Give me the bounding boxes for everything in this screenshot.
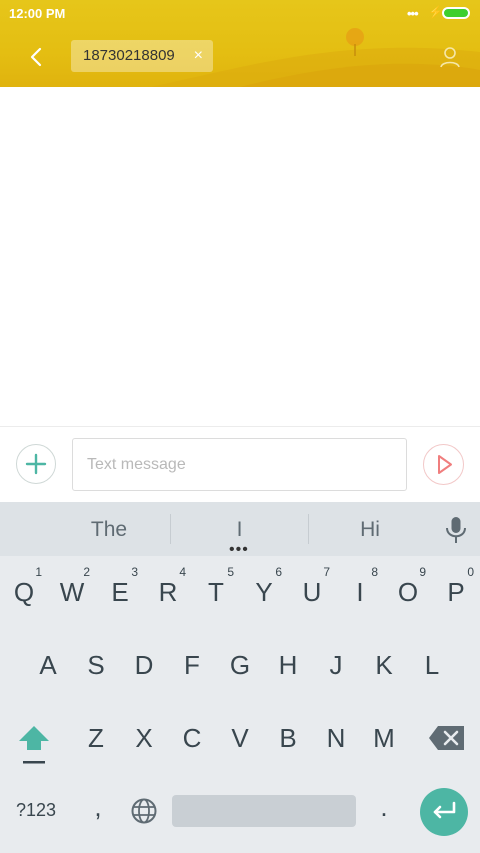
key-e[interactable]: 3E — [96, 562, 144, 622]
key-u[interactable]: 7U — [288, 562, 336, 622]
key-y[interactable]: 6Y — [240, 562, 288, 622]
enter-icon — [433, 801, 456, 819]
attach-button[interactable] — [16, 444, 56, 484]
key-q[interactable]: 1Q — [0, 562, 48, 622]
key-d[interactable]: D — [120, 635, 168, 695]
send-icon — [438, 455, 452, 474]
key-w[interactable]: 2W — [48, 562, 96, 622]
chevron-left-icon[interactable] — [24, 44, 50, 70]
key-f[interactable]: F — [168, 635, 216, 695]
key-j[interactable]: J — [312, 635, 360, 695]
suggestion-bar: The I ••• Hi — [0, 502, 480, 558]
status-bar: 12:00 PM ••• ⚡ — [0, 0, 480, 28]
key-m[interactable]: M — [360, 708, 408, 768]
key-s[interactable]: S — [72, 635, 120, 695]
key-t[interactable]: 5T — [192, 562, 240, 622]
message-input[interactable]: Text message — [72, 438, 407, 491]
symbols-key[interactable]: ?123 — [12, 800, 60, 824]
comma-key[interactable]: , — [88, 792, 108, 823]
key-z[interactable]: Z — [72, 708, 120, 768]
space-bar[interactable] — [172, 795, 356, 827]
backspace-icon[interactable] — [428, 724, 466, 752]
key-k[interactable]: K — [360, 635, 408, 695]
microphone-icon[interactable] — [443, 515, 469, 545]
compose-bar: Text message — [0, 426, 480, 503]
app-header: 12:00 PM ••• ⚡ 18730218809 × — [0, 0, 480, 87]
key-o[interactable]: 9O — [384, 562, 432, 622]
globe-icon[interactable] — [130, 797, 158, 825]
recipient-number: 18730218809 — [83, 47, 175, 64]
key-b[interactable]: B — [264, 708, 312, 768]
key-c[interactable]: C — [168, 708, 216, 768]
key-r[interactable]: 4R — [144, 562, 192, 622]
suggestion-3[interactable]: Hi — [309, 502, 431, 556]
more-icon: ••• — [407, 6, 419, 21]
more-suggestions-icon[interactable]: ••• — [229, 542, 249, 558]
send-button[interactable] — [423, 444, 464, 485]
recipient-chip[interactable]: 18730218809 × — [71, 40, 213, 72]
soft-keyboard: The I ••• Hi 1Q 2W 3E 4R 5T 6Y 7U 8I 9O … — [0, 502, 480, 853]
key-n[interactable]: N — [312, 708, 360, 768]
status-time: 12:00 PM — [9, 6, 66, 21]
key-l[interactable]: L — [408, 635, 456, 695]
shift-icon[interactable] — [14, 720, 54, 768]
plus-icon — [25, 453, 47, 475]
key-a[interactable]: A — [24, 635, 72, 695]
period-key[interactable]: . — [374, 792, 394, 823]
key-g[interactable]: G — [216, 635, 264, 695]
battery-icon — [442, 7, 470, 19]
key-p[interactable]: 0P — [432, 562, 480, 622]
key-v[interactable]: V — [216, 708, 264, 768]
key-i[interactable]: 8I — [336, 562, 384, 622]
person-icon[interactable] — [437, 44, 463, 70]
suggestion-1[interactable]: The — [48, 502, 170, 556]
enter-button[interactable] — [420, 788, 468, 836]
key-h[interactable]: H — [264, 635, 312, 695]
key-x[interactable]: X — [120, 708, 168, 768]
message-list — [0, 87, 480, 426]
charging-icon: ⚡ — [428, 5, 443, 19]
remove-recipient-icon[interactable]: × — [194, 40, 203, 72]
